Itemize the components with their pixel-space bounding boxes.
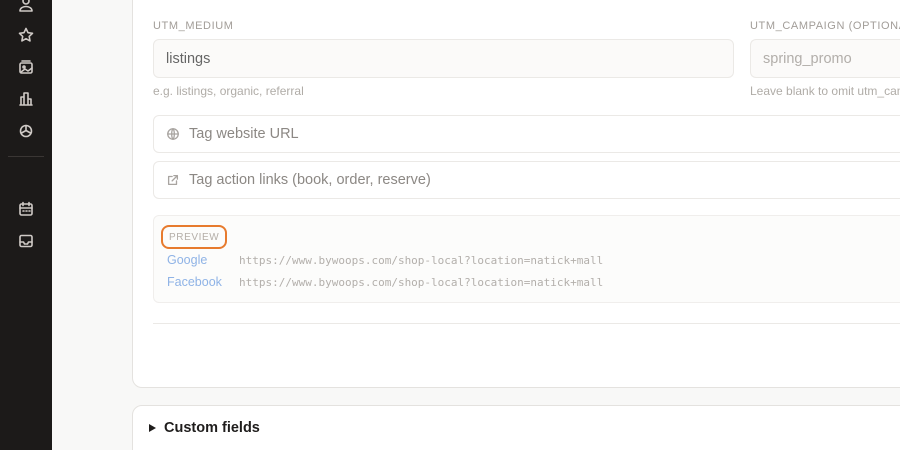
photos-icon[interactable]: [17, 58, 35, 76]
disclosure-triangle-icon: [149, 424, 156, 432]
preview-url: https://www.bywoops.com/shop-local?locat…: [239, 275, 604, 289]
custom-fields-toggle[interactable]: Custom fields: [149, 420, 260, 436]
openai-icon[interactable]: [17, 122, 35, 140]
utm-campaign-hint: Leave blank to omit utm_campaign: [750, 84, 900, 98]
preview-row-facebook: Facebook https://www.bywoops.com/shop-lo…: [167, 275, 603, 289]
tag-website-url-label: Tag website URL: [189, 126, 299, 142]
utm-medium-input[interactable]: listings: [153, 39, 734, 78]
star-icon[interactable]: [17, 26, 35, 44]
utm-campaign-placeholder: spring_promo: [763, 50, 852, 67]
sidebar-divider: [8, 156, 44, 157]
preview-url: https://www.bywoops.com/shop-local?locat…: [239, 253, 604, 267]
preview-platform-name: Google: [167, 253, 208, 267]
utm-medium-label: UTM_MEDIUM: [153, 20, 234, 32]
utm-medium-value: listings: [166, 50, 211, 67]
section-divider: [153, 323, 900, 324]
calendar-icon[interactable]: [17, 200, 35, 218]
custom-fields-title: Custom fields: [164, 420, 260, 436]
tag-action-links-label: Tag action links (book, order, reserve): [189, 172, 431, 188]
tag-action-links-toggle[interactable]: Tag action links (book, order, reserve): [153, 161, 900, 199]
building-icon[interactable]: [17, 90, 35, 108]
preview-panel: PREVIEW Google https://www.bywoops.com/s…: [153, 215, 900, 303]
utm-campaign-label: UTM_CAMPAIGN (OPTIONAL): [750, 20, 900, 32]
preview-label: PREVIEW: [161, 225, 228, 249]
tag-website-url-toggle[interactable]: Tag website URL: [153, 115, 900, 153]
inbox-icon[interactable]: [17, 232, 35, 250]
sidebar: [0, 0, 52, 450]
globe-icon: [167, 128, 179, 140]
utm-campaign-input[interactable]: spring_promo: [750, 39, 900, 78]
user-icon[interactable]: [17, 0, 35, 14]
external-link-icon: [167, 174, 179, 186]
custom-fields-section: Custom fields: [132, 405, 900, 450]
preview-platform-name: Facebook: [167, 275, 222, 289]
preview-row-google: Google https://www.bywoops.com/shop-loca…: [167, 253, 603, 267]
utm-medium-hint: e.g. listings, organic, referral: [153, 84, 304, 98]
